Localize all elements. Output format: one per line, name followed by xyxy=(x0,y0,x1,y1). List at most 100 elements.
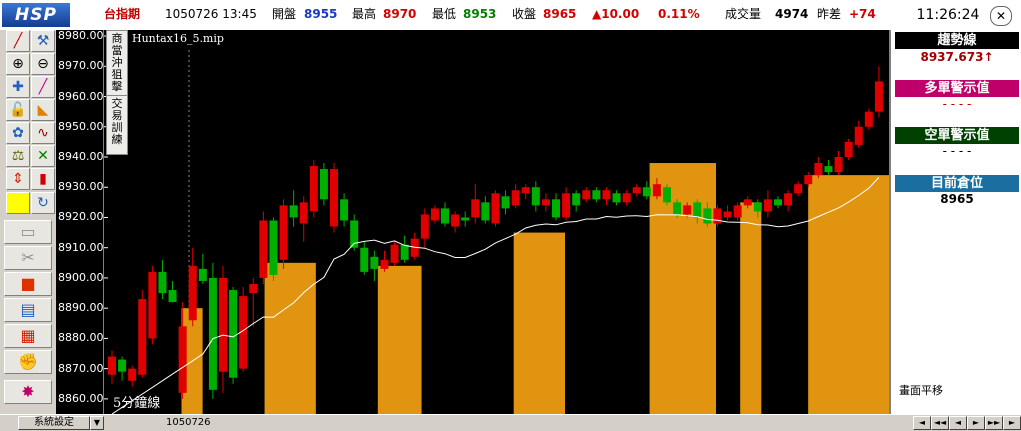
close-value: 8965 xyxy=(543,7,577,21)
y-tick-label: 8920.00 xyxy=(58,210,104,224)
spread-label: 昨差 xyxy=(817,7,842,21)
low-label: 最低 xyxy=(432,7,457,21)
change-value: ▲10.00 xyxy=(592,7,640,21)
y-tick-label: 8980.00 xyxy=(58,30,104,43)
candle-body xyxy=(541,199,550,206)
candle-body xyxy=(219,277,227,372)
gloves-icon[interactable]: ✊ xyxy=(4,350,52,374)
scale-icon[interactable]: ⚖ xyxy=(6,145,30,167)
candle-body xyxy=(652,184,661,197)
long-warning-header: 多單警示值 xyxy=(895,80,1019,97)
low-value: 8953 xyxy=(463,7,497,21)
candle-body xyxy=(663,187,671,203)
gauge-icon[interactable]: ✿ xyxy=(6,122,30,144)
candle-body xyxy=(289,205,298,218)
zoom-out-icon[interactable]: ⊖ xyxy=(31,53,55,75)
candle-body xyxy=(784,193,793,206)
position-value: 8965 xyxy=(940,192,974,206)
candle-body xyxy=(854,126,863,145)
ruler-icon[interactable]: ◣ xyxy=(31,99,55,121)
grid-icon[interactable]: ▦ xyxy=(4,324,52,348)
candle-body xyxy=(299,202,308,224)
app-logo: HSP xyxy=(2,3,70,27)
compare-icon[interactable]: ✕ xyxy=(31,145,55,167)
list-icon[interactable]: ▤ xyxy=(4,298,52,322)
long-warning-value: - - - - xyxy=(942,97,972,111)
split-icon[interactable]: ⚒ xyxy=(31,30,55,52)
trend-band xyxy=(377,265,422,414)
close-icon[interactable]: ✕ xyxy=(990,6,1012,26)
candle-body xyxy=(491,193,500,224)
quote-bar: HSP 台指期 1050726 13:45 開盤 8955 最高 8970 最低… xyxy=(0,0,1021,31)
trend-value: 8937.673↑ xyxy=(920,50,994,64)
candle-body xyxy=(330,169,338,227)
burst-icon[interactable]: ✸ xyxy=(4,380,52,404)
folder-icon[interactable]: ▭ xyxy=(4,220,52,244)
nav-last-button[interactable]: ► xyxy=(1003,416,1021,430)
wave-icon[interactable]: ∿ xyxy=(31,122,55,144)
candle-body xyxy=(148,271,157,339)
y-tick-label: 8880.00 xyxy=(58,331,104,345)
position-header: 目前倉位 xyxy=(895,175,1019,192)
y-tick-label: 8890.00 xyxy=(58,301,104,315)
candle-body xyxy=(461,217,470,221)
candlestick-chart xyxy=(103,35,889,414)
bottom-bar: 系統設定 ▼ 1050726 ◄ ◄◄ ◄ ► ►► ► xyxy=(0,414,1021,431)
lock-icon[interactable]: 🔓 xyxy=(6,99,30,121)
tools-icon[interactable]: ✂ xyxy=(4,246,52,270)
short-warning-header: 空單警示值 xyxy=(895,127,1019,144)
candle-body xyxy=(400,244,409,260)
crosshair-icon[interactable]: ✚ xyxy=(6,76,30,98)
open-label: 開盤 xyxy=(272,7,297,21)
y-axis: 8980.00 8970.00 8960.00 8950.00 8940.00 8930.… xyxy=(56,30,104,414)
nav-prev-button[interactable]: ◄ xyxy=(949,416,967,430)
strategy-tab[interactable]: 商當沖狙擊交易訓練 xyxy=(106,30,128,155)
candle-body xyxy=(602,190,611,200)
nav-page-forward-button[interactable]: ►► xyxy=(985,416,1003,430)
candle-icon[interactable]: ▮ xyxy=(31,168,55,190)
candle-body xyxy=(168,290,177,303)
date-time: 1050726 13:45 xyxy=(165,7,257,21)
color-swatch-icon[interactable] xyxy=(6,192,30,214)
zoom-in-icon[interactable]: ⊕ xyxy=(6,53,30,75)
trendline-icon[interactable]: ╱ xyxy=(6,30,30,52)
nav-next-button[interactable]: ► xyxy=(967,416,985,430)
y-tick-label: 8940.00 xyxy=(58,149,104,163)
strategy-tab-bottom: 交易訓練 xyxy=(111,97,123,146)
high-value: 8970 xyxy=(383,7,417,21)
candle-body xyxy=(108,356,116,375)
short-warning-value: - - - - xyxy=(942,144,972,158)
candle-body xyxy=(420,214,429,239)
candle-body xyxy=(531,187,540,206)
change-percent: 0.11% xyxy=(658,7,700,21)
candle-body xyxy=(562,193,571,218)
trend-band xyxy=(513,232,565,414)
index-name[interactable]: 台指期 xyxy=(104,5,140,23)
candle-body xyxy=(340,199,349,221)
volume-value: 4974 xyxy=(775,7,809,21)
chevron-down-icon[interactable]: ▼ xyxy=(90,416,104,430)
y-tick-label: 8900.00 xyxy=(58,270,104,284)
candle-body xyxy=(138,299,147,375)
candle-body xyxy=(521,187,530,194)
stop-icon[interactable]: ■ xyxy=(4,272,52,296)
candle-body xyxy=(309,166,318,212)
candle-body xyxy=(279,205,288,260)
refresh-icon[interactable]: ↻ xyxy=(31,192,55,214)
price-chart[interactable]: 8980.00 8970.00 8960.00 8950.00 8940.00 8930.… xyxy=(56,30,889,414)
candle-body xyxy=(713,208,722,224)
system-settings-button[interactable]: 系統設定 xyxy=(18,416,90,430)
candle-body xyxy=(794,184,803,194)
candle-body xyxy=(451,214,460,227)
candle-body xyxy=(864,111,873,127)
updown-icon[interactable]: ⇕ xyxy=(6,168,30,190)
pan-status: 畫面平移 xyxy=(899,384,943,397)
nav-page-back-button[interactable]: ◄◄ xyxy=(931,416,949,430)
nav-first-button[interactable]: ◄ xyxy=(913,416,931,430)
candle-body xyxy=(269,220,278,275)
pen-icon[interactable]: ╱ xyxy=(31,76,55,98)
trend-band xyxy=(740,202,762,414)
trend-band xyxy=(649,163,716,414)
candle-body xyxy=(612,193,621,203)
candle-body xyxy=(642,187,651,197)
